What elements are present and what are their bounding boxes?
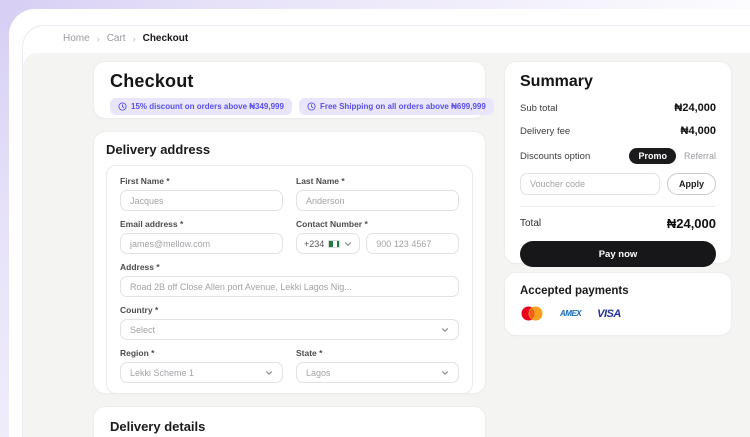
discount-badge: 15% discount on orders above ₦349,999 bbox=[110, 98, 292, 115]
chevron-down-icon bbox=[345, 241, 352, 246]
visa-icon: VISA bbox=[597, 307, 621, 320]
delivery-fee-label: Delivery fee bbox=[520, 125, 571, 137]
delivery-details-title: Delivery details bbox=[110, 419, 206, 434]
total-row: Total ₦24,000 bbox=[520, 216, 716, 231]
breadcrumb-cart[interactable]: Cart bbox=[107, 33, 126, 44]
country-code-selector[interactable]: +234 bbox=[296, 233, 361, 254]
free-shipping-badge: Free Shipping on all orders above ₦699,9… bbox=[298, 98, 494, 115]
breadcrumb-checkout: Checkout bbox=[142, 33, 189, 44]
state-field-group: State * Lagos bbox=[296, 348, 459, 383]
page-background: Home › Cart › Checkout Checkout 15% disc… bbox=[0, 0, 750, 437]
promo-badges: 15% discount on orders above ₦349,999 Fr… bbox=[110, 98, 494, 115]
accepted-payments-card: Accepted payments AMEX VISA bbox=[504, 272, 732, 336]
clock-icon bbox=[307, 102, 316, 111]
email-field-group: Email address * bbox=[120, 219, 283, 254]
country-label: Country * bbox=[120, 305, 159, 315]
country-field-group: Country * Select bbox=[120, 305, 459, 340]
chevron-right-icon: › bbox=[96, 33, 100, 44]
discount-badge-text: 15% discount on orders above ₦349,999 bbox=[131, 102, 284, 111]
region-select-value: Lekki Scheme 1 bbox=[130, 367, 195, 378]
subtotal-row: Sub total ₦24,000 bbox=[520, 102, 716, 114]
free-shipping-badge-text: Free Shipping on all orders above ₦699,9… bbox=[319, 102, 486, 111]
country-select-value: Select bbox=[130, 324, 156, 335]
first-name-label: First Name * bbox=[120, 176, 170, 186]
last-name-field-group: Last Name * bbox=[296, 176, 459, 211]
delivery-fee-value: ₦4,000 bbox=[680, 125, 716, 137]
content-area: Checkout 15% discount on orders above ₦3… bbox=[23, 53, 750, 437]
address-input[interactable] bbox=[120, 276, 459, 297]
chevron-right-icon: › bbox=[132, 33, 136, 44]
summary-title: Summary bbox=[520, 73, 593, 90]
chevron-down-icon bbox=[441, 370, 449, 375]
address-label: Address * bbox=[120, 262, 160, 272]
amex-icon: AMEX bbox=[560, 309, 582, 318]
delivery-address-card: Delivery address First Name * Last Name … bbox=[93, 131, 486, 394]
checkout-header-card: Checkout 15% discount on orders above ₦3… bbox=[93, 61, 494, 119]
delivery-details-card: Delivery details bbox=[93, 406, 486, 437]
page-title: Checkout bbox=[110, 71, 194, 91]
state-label: State * bbox=[296, 348, 323, 358]
address-fieldset: First Name * Last Name * Email address * bbox=[106, 165, 473, 394]
total-label: Total bbox=[520, 218, 542, 229]
pay-now-button[interactable]: Pay now bbox=[520, 241, 716, 267]
promo-toggle[interactable]: Promo bbox=[629, 148, 676, 164]
discounts-label: Discounts option bbox=[520, 150, 591, 162]
subtotal-label: Sub total bbox=[520, 102, 558, 114]
accepted-payments-title: Accepted payments bbox=[520, 285, 629, 297]
region-select[interactable]: Lekki Scheme 1 bbox=[120, 362, 283, 383]
apply-voucher-button[interactable]: Apply bbox=[666, 173, 716, 195]
first-name-input[interactable] bbox=[120, 190, 283, 211]
state-select-value: Lagos bbox=[306, 367, 331, 378]
email-input[interactable] bbox=[120, 233, 283, 254]
delivery-fee-row: Delivery fee ₦4,000 bbox=[520, 125, 716, 137]
delivery-address-title: Delivery address bbox=[106, 142, 211, 157]
email-label: Email address * bbox=[120, 219, 184, 229]
contact-number-label: Contact Number * bbox=[296, 219, 368, 229]
last-name-input[interactable] bbox=[296, 190, 459, 211]
voucher-row: Apply bbox=[520, 173, 716, 195]
main-window: Home › Cart › Checkout Checkout 15% disc… bbox=[22, 25, 750, 437]
chevron-down-icon bbox=[265, 370, 273, 375]
last-name-label: Last Name * bbox=[296, 176, 345, 186]
region-label: Region * bbox=[120, 348, 155, 358]
discount-toggle-group: Promo Referral bbox=[629, 148, 716, 164]
region-field-group: Region * Lekki Scheme 1 bbox=[120, 348, 283, 383]
referral-toggle[interactable]: Referral bbox=[684, 148, 716, 164]
dial-code: +234 bbox=[304, 238, 325, 249]
breadcrumb: Home › Cart › Checkout bbox=[63, 33, 188, 44]
discounts-row: Discounts option Promo Referral bbox=[520, 148, 716, 164]
summary-card: Summary Sub total ₦24,000 Delivery fee ₦… bbox=[504, 61, 732, 267]
chevron-down-icon bbox=[441, 327, 449, 332]
phone-number-input[interactable] bbox=[366, 233, 459, 254]
country-select[interactable]: Select bbox=[120, 319, 459, 340]
nigeria-flag-icon bbox=[328, 239, 341, 248]
clock-icon bbox=[118, 102, 127, 111]
total-value: ₦24,000 bbox=[666, 216, 716, 231]
address-field-group: Address * bbox=[120, 262, 459, 297]
first-name-field-group: First Name * bbox=[120, 176, 283, 211]
payment-methods: AMEX VISA bbox=[520, 306, 716, 321]
voucher-code-input[interactable] bbox=[520, 173, 660, 195]
mastercard-icon bbox=[521, 306, 543, 321]
state-select[interactable]: Lagos bbox=[296, 362, 459, 383]
contact-field-group: Contact Number * +234 bbox=[296, 219, 459, 254]
subtotal-value: ₦24,000 bbox=[674, 102, 716, 114]
breadcrumb-home[interactable]: Home bbox=[63, 33, 90, 44]
summary-divider bbox=[520, 206, 716, 207]
